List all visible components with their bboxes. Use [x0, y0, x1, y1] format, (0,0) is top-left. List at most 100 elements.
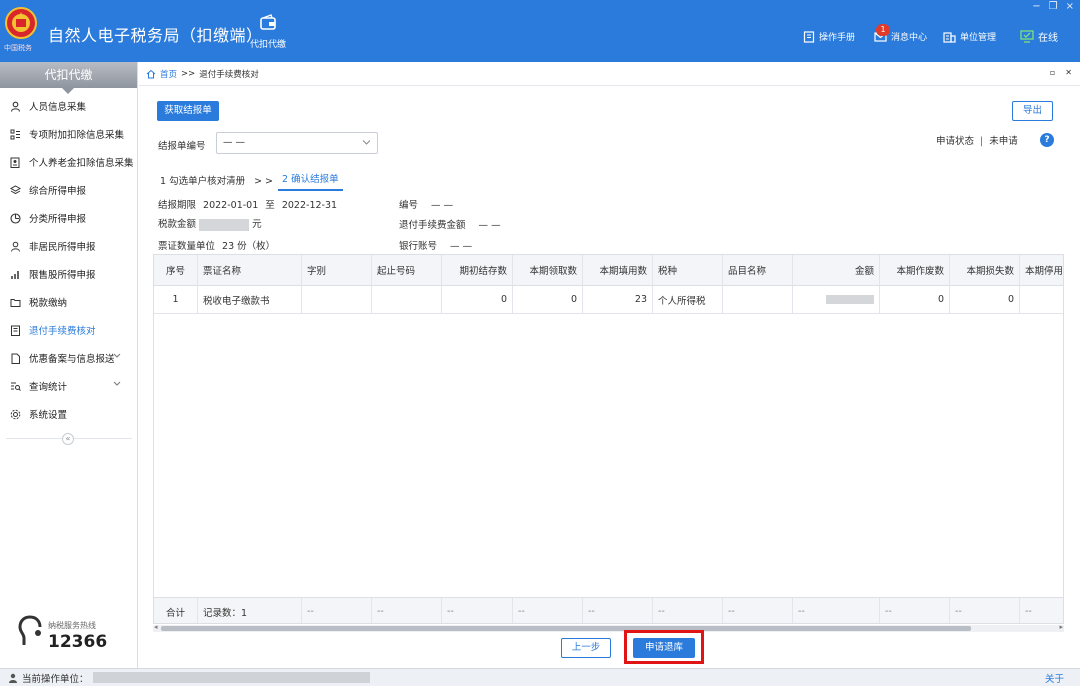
sidebar-item-system-settings[interactable]: 系统设置 — [0, 400, 137, 428]
breadcrumb-home-link[interactable]: 首页 — [160, 68, 177, 80]
cell-tax-type: 个人所得税 — [653, 286, 723, 313]
cell-lost: 0 — [950, 286, 1020, 313]
bank-account-label: 银行账号 — [399, 241, 438, 252]
step-tabs: 1 勾选单户核对清册 > > 2 确认结报单 — [156, 169, 343, 191]
list-grid-icon — [10, 129, 20, 139]
footer-total-label: 合计 — [154, 598, 198, 623]
table-row[interactable]: 1 税收电子缴款书 0 0 23 个人所得税 0 0 — [154, 286, 1063, 314]
footer-cell: -- — [302, 598, 372, 623]
redacted-tax-amount — [199, 218, 250, 231]
sidebar-item-label: 专项附加扣除信息采集 — [29, 130, 125, 141]
about-link[interactable]: 关于 — [1045, 671, 1064, 685]
unit-management-link[interactable]: 单位管理 — [943, 30, 996, 43]
scroll-right-arrow-icon[interactable]: ▸ — [1059, 623, 1063, 631]
export-button[interactable]: 导出 — [1012, 101, 1053, 121]
col-header: 期初结存数 — [442, 255, 513, 285]
sidebar-item-label: 税款缴纳 — [29, 298, 68, 309]
message-badge: 1 — [876, 24, 890, 36]
sidebar-item-pension-deduction[interactable]: 个人养老金扣除信息采集 — [0, 148, 137, 176]
tab-restore-button[interactable]: ▫ — [1050, 68, 1055, 77]
module-daikou-daijiao[interactable]: 代扣代缴 — [246, 14, 290, 50]
close-button[interactable]: × — [1066, 1, 1074, 12]
footer-cell: -- — [793, 598, 880, 623]
sidebar-item-special-deduction[interactable]: 专项附加扣除信息采集 — [0, 120, 137, 148]
person-icon — [10, 101, 21, 112]
col-header: 本期损失数 — [950, 255, 1020, 285]
module-label: 代扣代缴 — [249, 40, 286, 50]
col-header: 本期停用 — [1025, 266, 1064, 277]
apply-refund-button[interactable]: 申请退库 — [633, 638, 695, 658]
online-label: 在线 — [1038, 33, 1058, 44]
footer-cell: -- — [583, 598, 653, 623]
tax-amount-label: 税款金额 — [158, 219, 197, 230]
period-end: 2022-12-31 — [281, 200, 338, 211]
help-icon[interactable]: ? — [1040, 133, 1054, 147]
cell-received: 0 — [513, 286, 583, 313]
previous-step-button[interactable]: 上一步 — [561, 638, 611, 658]
tax-amount-unit: 元 — [252, 219, 262, 230]
sidebar-item-refund-fee-check[interactable]: 退付手续费核对 — [0, 316, 137, 344]
refund-fee-label: 退付手续费金额 — [399, 220, 466, 231]
sidebar-item-label: 综合所得申报 — [29, 186, 87, 197]
footer-cell: -- — [653, 598, 723, 623]
number-label: 编号 — [399, 200, 419, 211]
report-no-label: 结报单编号 — [158, 141, 206, 152]
apply-status-label: 申请状态 — [936, 136, 975, 147]
footer-cell: -- — [1025, 606, 1032, 617]
hotline-headset-icon — [18, 615, 42, 645]
scroll-left-arrow-icon[interactable]: ◂ — [154, 623, 158, 631]
minimize-button[interactable]: − — [1032, 1, 1040, 12]
layers-icon — [10, 184, 21, 194]
footer-cell: -- — [442, 598, 513, 623]
tab-controls: ▫ ✕ — [1050, 68, 1072, 77]
cell-opening-balance: 0 — [442, 286, 513, 313]
footer-cell: -- — [880, 598, 950, 623]
maximize-button[interactable]: ❐ — [1049, 1, 1058, 12]
cell-seq: 1 — [154, 286, 198, 313]
col-header: 税种 — [653, 255, 723, 285]
title-bar: 中国税务 自然人电子税务局（扣缴端） 代扣代缴 操作手册 消息中心 1 单位管理… — [0, 0, 1080, 62]
scrollbar-thumb[interactable] — [161, 626, 971, 631]
cell-zibie — [302, 286, 372, 313]
tab-close-button[interactable]: ✕ — [1065, 68, 1072, 77]
sidebar-item-label: 人员信息采集 — [29, 102, 87, 113]
wallet-icon — [260, 14, 276, 30]
tab-step-confirm-report[interactable]: 2 确认结报单 — [278, 169, 343, 191]
redacted-operator-unit — [92, 672, 370, 683]
sidebar-item-tax-payment[interactable]: 税款缴纳 — [0, 288, 137, 316]
emblem-caption: 中国税务 — [4, 44, 32, 52]
chevron-down-icon — [362, 140, 371, 145]
table-horizontal-scrollbar[interactable]: ◂ ▸ — [153, 623, 1064, 632]
sidebar-header: 代扣代缴 — [0, 62, 137, 94]
messages-label: 消息中心 — [891, 33, 928, 43]
cell-voided: 0 — [880, 286, 950, 313]
sidebar-item-query-stats[interactable]: 查询统计 — [0, 372, 137, 400]
get-report-button[interactable]: 获取结报单 — [157, 101, 219, 121]
footer-cell: -- — [950, 598, 1020, 623]
status-bar: 当前操作单位： 关于 — [0, 668, 1080, 686]
sidebar-item-non-resident[interactable]: 非居民所得申报 — [0, 232, 137, 260]
sidebar-item-restricted-shares[interactable]: 限售股所得申报 — [0, 260, 137, 288]
number-value: — — — [431, 200, 454, 211]
tab-step-check-list[interactable]: 1 勾选单户核对清册 — [156, 171, 249, 191]
sidebar: 代扣代缴 人员信息采集 专项附加扣除信息采集 个人养老金扣除信息采集 综合所得申… — [0, 62, 138, 668]
col-header: 字别 — [302, 255, 372, 285]
sidebar-item-classified-income[interactable]: 分类所得申报 — [0, 204, 137, 232]
report-no-select[interactable]: — — — [216, 132, 378, 154]
person-icon — [9, 673, 17, 683]
redacted-amount — [826, 295, 874, 304]
folder-icon — [10, 298, 21, 307]
col-header: 金额 — [793, 255, 880, 285]
ticket-qty-label: 票证数量单位 — [158, 241, 216, 252]
home-icon — [146, 69, 156, 78]
sidebar-item-personnel-info[interactable]: 人员信息采集 — [0, 92, 137, 120]
sidebar-item-preferential-filing[interactable]: 优惠备案与信息报送 — [0, 344, 137, 372]
sidebar-item-comprehensive-income[interactable]: 综合所得申报 — [0, 176, 137, 204]
sidebar-item-label: 查询统计 — [29, 382, 68, 393]
sidebar-collapse-button[interactable]: « — [62, 433, 74, 445]
chevron-down-icon — [113, 381, 121, 386]
manual-link[interactable]: 操作手册 — [803, 30, 855, 43]
col-header: 本期领取数 — [513, 255, 583, 285]
hotline-number: 12366 — [48, 632, 108, 652]
online-status[interactable]: 在线 — [1020, 29, 1058, 44]
